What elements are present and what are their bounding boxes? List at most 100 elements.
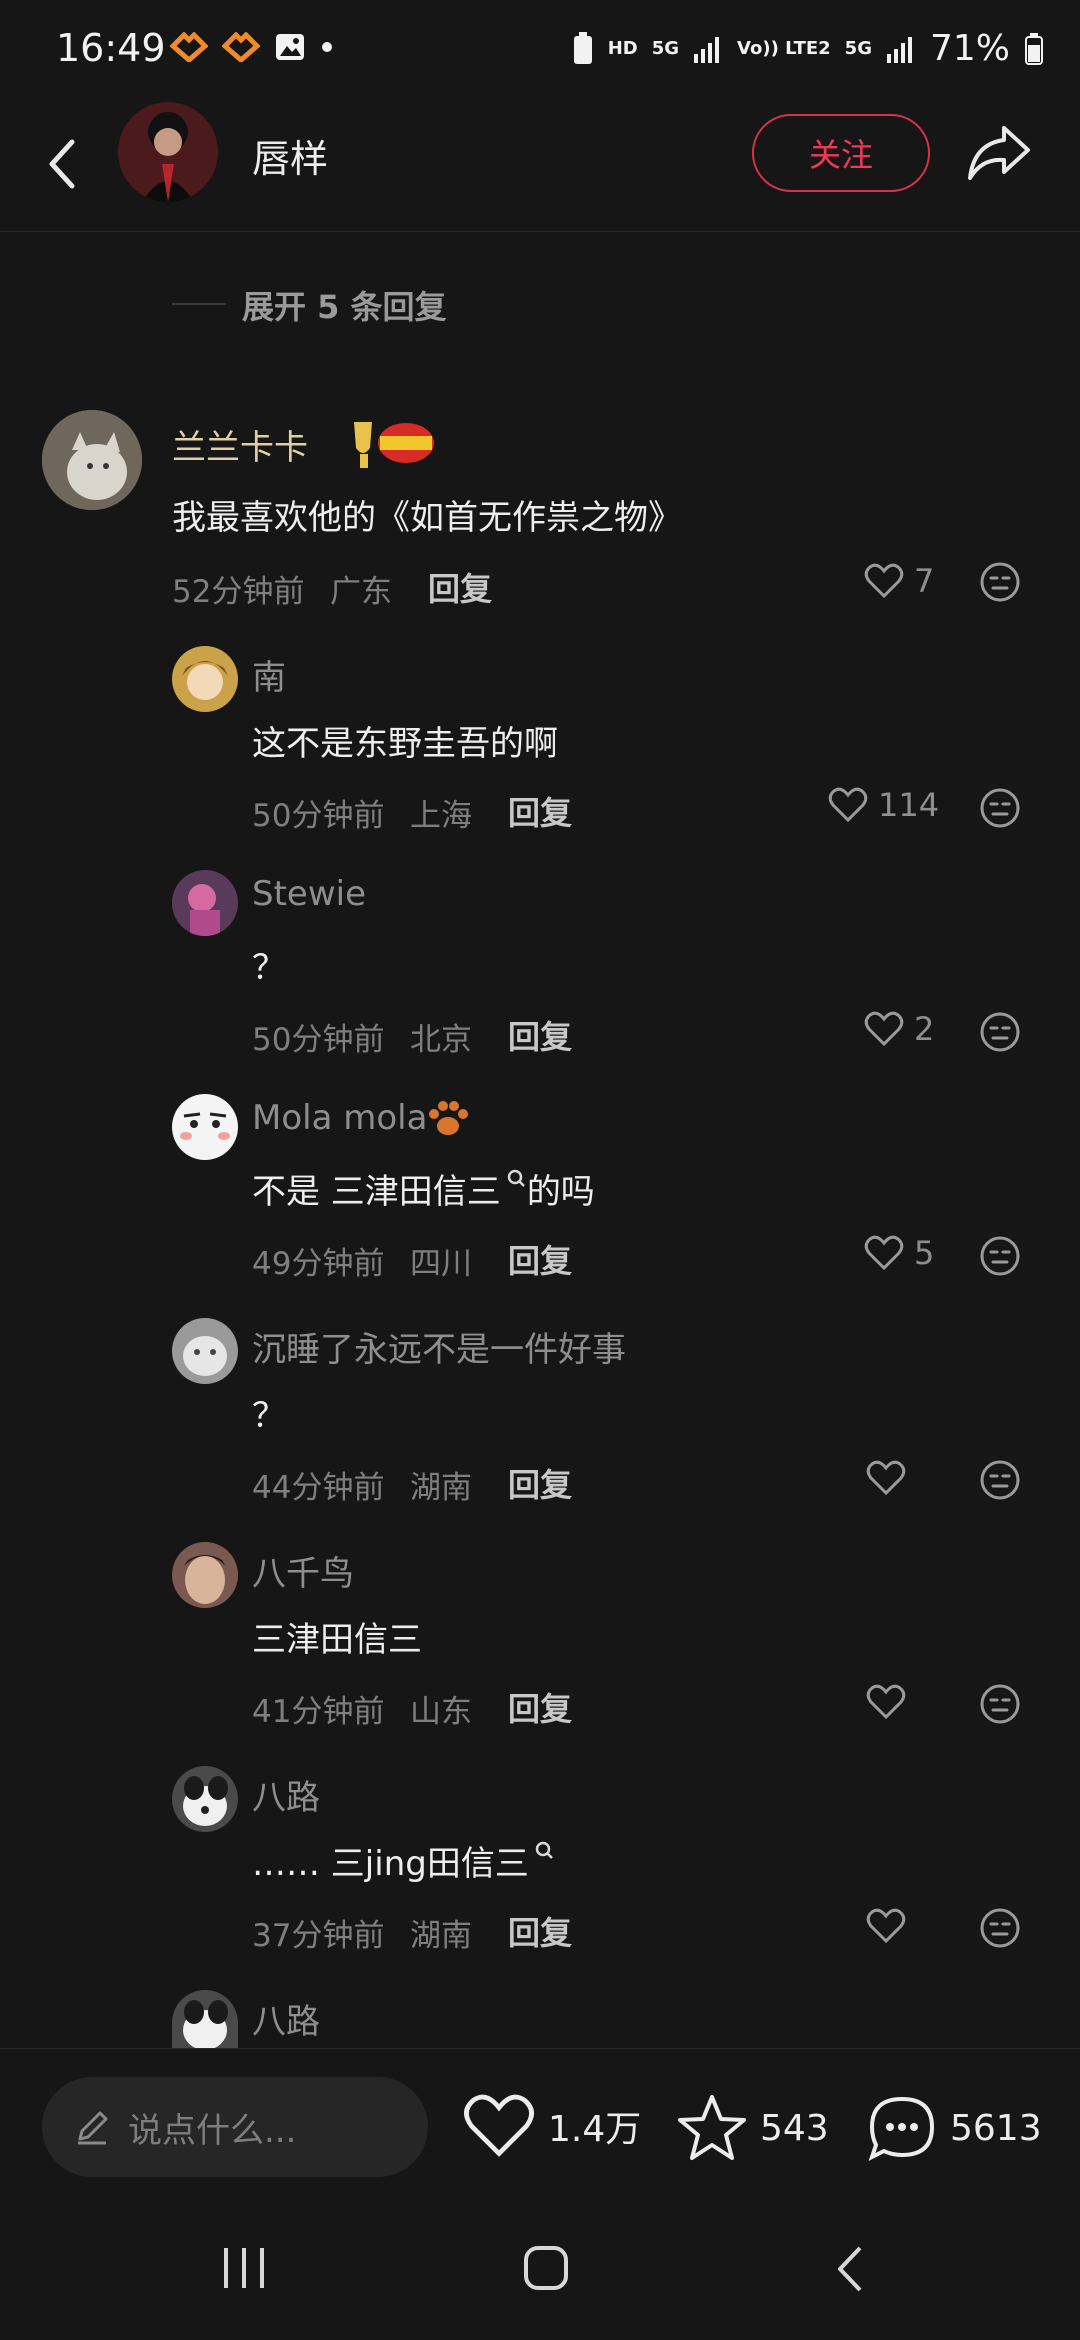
header: 唇样 关注 [0,102,1080,232]
reply-name[interactable]: 八路 [252,1994,320,2043]
like-button[interactable]: 5 [864,1234,934,1272]
reply-time: 49分钟前 [252,1246,385,1282]
emoji-reaction-icon[interactable] [978,1682,1022,1726]
post-like-count: 1.4万 [548,2109,642,2150]
emoji-reaction-icon[interactable] [978,1906,1022,1950]
author-name[interactable]: 唇样 [252,128,328,183]
reply-button[interactable]: 回复 [428,564,492,610]
reply-avatar[interactable] [172,1542,238,1608]
emoji-reaction-icon[interactable] [978,1458,1022,1502]
emoji-reaction-icon[interactable] [978,1234,1022,1278]
comment-count: 5613 [950,2107,1042,2149]
reply-location: 山东 [410,1694,472,1730]
heart-icon [828,787,868,823]
reply-avatar[interactable] [172,646,238,712]
like-button[interactable]: 7 [864,562,934,600]
signal-icon [694,36,720,63]
reply-name[interactable]: Stewie [252,874,366,914]
favorite-button[interactable]: 543 [676,2093,829,2163]
app-notification-icon [170,32,208,62]
reply-avatar[interactable] [172,1318,238,1384]
reply-text: 三津田信三 [252,1620,422,1660]
follow-button[interactable]: 关注 [752,114,930,192]
bottom-action-bar: 说点什么... 1.4万 543 5613 [0,2048,1080,2200]
world-cup-spain-badge-icon [354,422,434,468]
recent-apps-icon[interactable] [220,2246,268,2290]
volte-label: Vo)) LTE2 [737,37,831,59]
reply-location: 湖南 [410,1918,472,1954]
like-button[interactable]: 114 [828,786,939,824]
comment-input[interactable]: 说点什么... [42,2077,428,2177]
reply-name[interactable]: 八路 [252,1770,320,1819]
system-indicators: HD 5G Vo)) LTE2 5G 71% [572,28,1044,69]
reply-text-main: …… 三jing田信三 [252,1844,529,1884]
search-link-icon[interactable] [505,1167,527,1197]
heart-icon[interactable] [866,1908,906,1944]
reply-text: ？ [252,1396,286,1436]
reply-name[interactable]: 沉睡了永远不是一件好事 [252,1322,626,1371]
reply-text: 这不是东野圭吾的啊 [252,724,558,764]
share-icon[interactable] [964,120,1034,186]
reply-avatar[interactable] [172,1766,238,1832]
reply-button[interactable]: 回复 [508,1908,572,1954]
commenter-avatar[interactable] [42,410,142,510]
status-time: 16:49 [56,26,166,70]
heart-icon [864,563,904,599]
like-button[interactable]: 2 [864,1010,934,1048]
battery-percent: 71% [929,28,1010,69]
emoji-reaction-icon[interactable] [978,786,1022,830]
heart-icon [464,2094,534,2157]
back-nav-icon[interactable] [830,2244,870,2294]
like-post-button[interactable]: 1.4万 [462,2093,641,2159]
reply-location: 湖南 [410,1470,472,1506]
heart-icon [864,1011,904,1047]
heart-icon[interactable] [866,1460,906,1496]
reply-text: …… 三jing田信三 [252,1836,555,1885]
reply-name[interactable]: 南 [252,650,286,699]
author-avatar[interactable] [118,102,218,202]
comment-bubble-icon [868,2096,935,2161]
reply-location: 上海 [410,798,472,834]
emoji-reaction-icon[interactable] [978,560,1022,604]
reply-avatar[interactable] [172,870,238,936]
status-bar: 16:49 HD 5G Vo)) LTE2 5G 71% [0,0,1080,110]
reply-text: ？ [252,948,286,988]
reply-time: 50分钟前 [252,1022,385,1058]
back-icon[interactable] [34,134,94,194]
reply-avatar[interactable] [172,1094,238,1160]
battery-saver-icon [573,31,592,64]
reply-button[interactable]: 回复 [508,1236,572,1282]
reply-text: 不是 三津田信三 的吗 [252,1164,595,1213]
like-count: 2 [914,1010,935,1048]
reply-location: 四川 [410,1246,472,1282]
reply-text-main: 不是 三津田信三 [252,1172,501,1212]
dot-icon [322,42,332,52]
reply-button[interactable]: 回复 [508,1460,572,1506]
heart-icon [864,1235,904,1271]
emoji-reaction-icon[interactable] [978,1010,1022,1054]
reply-name[interactable]: 八千鸟 [252,1546,354,1595]
commenter-name[interactable]: 兰兰卡卡 [172,420,308,469]
like-count: 114 [878,786,940,824]
reply-time: 37分钟前 [252,1918,385,1954]
reply-avatar[interactable] [172,1990,238,2048]
notification-icons [170,32,334,62]
reply-name[interactable]: Mola mola [252,1098,427,1138]
star-icon [678,2095,746,2160]
reply-button[interactable]: 回复 [508,1012,572,1058]
pencil-icon [78,2111,108,2145]
reply-text-suffix: 的吗 [526,1172,595,1212]
reply-button[interactable]: 回复 [508,1684,572,1730]
heart-icon[interactable] [866,1684,906,1720]
search-link-icon[interactable] [533,1839,555,1869]
reply-button[interactable]: 回复 [508,788,572,834]
reply-location: 北京 [410,1022,472,1058]
expand-replies-button[interactable]: 展开 5 条回复 [242,282,447,328]
divider-line [172,303,226,305]
signal-icon [886,36,912,63]
system-navigation-bar [0,2200,1080,2340]
home-icon[interactable] [522,2244,570,2292]
comments-button[interactable]: 5613 [866,2093,1042,2163]
comment-location: 广东 [330,574,392,610]
battery-icon [1025,32,1043,65]
